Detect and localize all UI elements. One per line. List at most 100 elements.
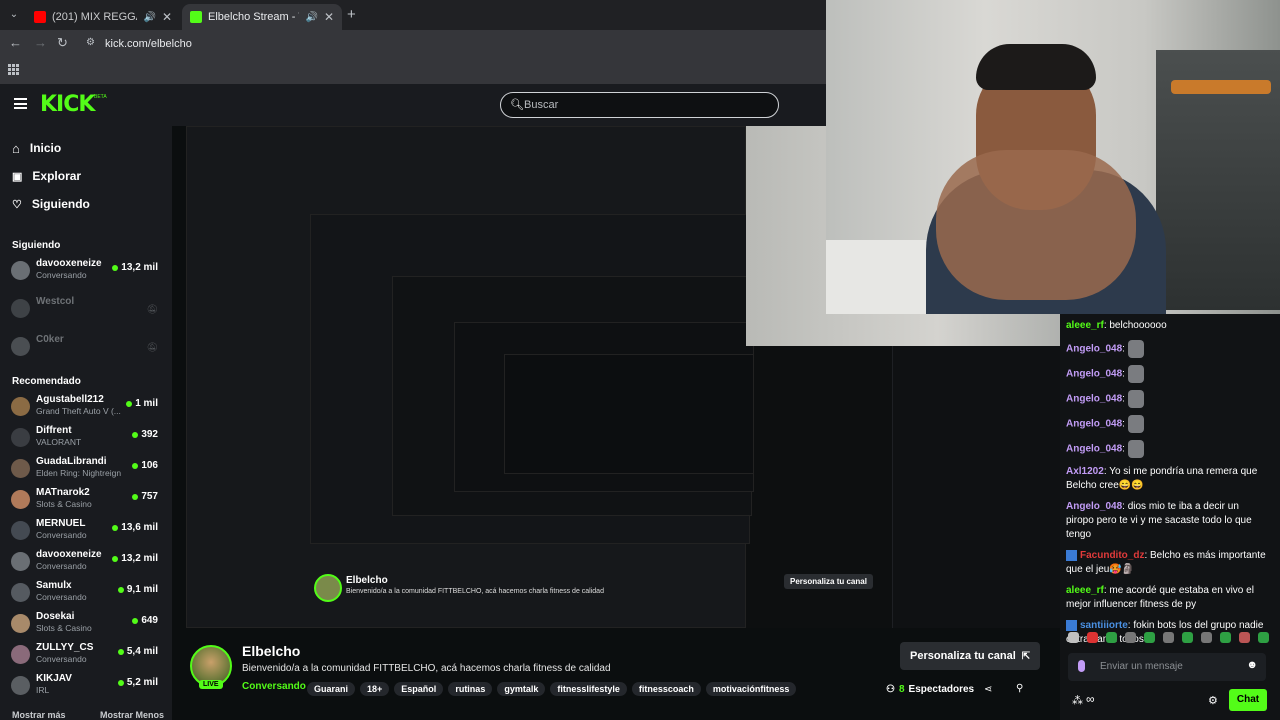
tag-chip[interactable]: fitnesscoach xyxy=(631,682,701,696)
tag-chip[interactable]: rutinas xyxy=(448,682,493,696)
chat-send-button[interactable]: Chat xyxy=(1229,689,1267,711)
chat-username[interactable]: Angelo_048 xyxy=(1066,419,1122,430)
chat-separator: : xyxy=(1122,343,1128,355)
tab-youtube[interactable]: (201) MIX REGGAETON 202 🔊 ✕ xyxy=(26,4,180,30)
share-icon[interactable]: ⋖ xyxy=(984,684,992,695)
chat-username[interactable]: santiiiorte xyxy=(1080,620,1128,631)
emote-icon[interactable] xyxy=(1144,632,1155,643)
show-more-link[interactable]: Mostrar más xyxy=(12,710,66,720)
viewer-stat: ⚇ 8 Espectadores xyxy=(886,684,974,695)
emote-icon[interactable] xyxy=(1125,632,1136,643)
channel-item[interactable]: Diffrent VALORANT 392 xyxy=(0,424,172,455)
channel-item[interactable]: Agustabell212 Grand Theft Auto V (... 1 … xyxy=(0,393,172,424)
apps-grid-icon[interactable] xyxy=(8,64,19,75)
live-dot-icon xyxy=(132,493,139,500)
viewer-count-value: 5,2 mil xyxy=(126,677,158,688)
search-input[interactable]: Buscar xyxy=(524,99,558,111)
chat-input[interactable]: Enviar un mensaje xyxy=(1100,661,1183,672)
reload-icon[interactable]: ↻ xyxy=(57,35,68,51)
nav-item-explorar[interactable]: ▣ Explorar xyxy=(0,162,172,190)
microphone-icon[interactable] xyxy=(1078,660,1085,672)
chat-username[interactable]: aleee_rf xyxy=(1066,585,1104,596)
viewer-count: 9,1 mil xyxy=(117,584,158,595)
channel-name: KIKJAV xyxy=(36,673,72,684)
close-icon[interactable]: ✕ xyxy=(324,10,334,24)
back-icon[interactable]: ← xyxy=(9,35,22,50)
chat-username[interactable]: Angelo_048 xyxy=(1066,369,1122,380)
emote-icon[interactable] xyxy=(1182,632,1193,643)
nav-item-inicio[interactable]: ⌂ Inicio xyxy=(0,134,172,162)
tag-chip[interactable]: fitnesslifestyle xyxy=(550,682,627,696)
emote-icon[interactable] xyxy=(1201,632,1212,643)
nav-item-siguiendo[interactable]: ♡ Siguiendo xyxy=(0,190,172,218)
channel-item[interactable]: ZULLYY_CS Conversando 5,4 mil xyxy=(0,641,172,672)
viewer-count-value: 8 xyxy=(898,684,905,695)
live-dot-icon xyxy=(112,555,119,562)
emote-icon[interactable] xyxy=(1220,632,1231,643)
inner-avatar xyxy=(314,574,342,602)
channel-item[interactable]: Dosekai Slots & Casino 649 xyxy=(0,610,172,641)
url-field[interactable]: kick.com/elbelcho xyxy=(105,38,192,50)
emote-icon[interactable] xyxy=(1163,632,1174,643)
tag-list: Guarani 18+ Español rutinas gymtalk fitnessli… xyxy=(307,679,801,697)
live-badge: LIVE xyxy=(199,680,223,689)
channel-item-offline[interactable]: C0ker 🔕︎ xyxy=(0,333,172,364)
points-icon[interactable]: ⁂ xyxy=(1072,694,1083,707)
avatar xyxy=(11,521,30,540)
channel-item-offline[interactable]: Westcol 🔕︎ xyxy=(0,295,172,326)
chat-username[interactable]: Facundito_dz xyxy=(1080,550,1144,561)
close-icon[interactable]: ✕ xyxy=(162,10,172,24)
tag-chip[interactable]: Guarani xyxy=(307,682,356,696)
emote-icon xyxy=(1127,390,1144,408)
viewer-count-value: 392 xyxy=(141,429,158,440)
category-link[interactable]: Conversando xyxy=(242,681,306,692)
emote-icon[interactable] xyxy=(1239,632,1250,643)
tab-search-chevron-icon[interactable]: ⌄ xyxy=(6,7,22,23)
channel-name: davooxeneize xyxy=(36,549,102,560)
forward-icon[interactable]: → xyxy=(34,35,47,50)
emote-icon[interactable] xyxy=(1106,632,1117,643)
kick-logo[interactable]: KICK xyxy=(40,92,95,117)
show-less-link[interactable]: Mostrar Menos xyxy=(100,710,164,720)
chat-input-box[interactable]: Enviar un mensaje ☻ xyxy=(1068,653,1266,681)
site-info-icon[interactable]: ⚙ xyxy=(86,37,95,48)
emoji-icon[interactable]: ☻ xyxy=(1246,659,1258,671)
emote-icon[interactable] xyxy=(1068,632,1079,643)
inner-customize-button: Personaliza tu canal xyxy=(784,574,873,589)
chat-username[interactable]: Angelo_048 xyxy=(1066,394,1122,405)
channel-item[interactable]: MERNUEL Conversando 13,6 mil xyxy=(0,517,172,548)
tab-kick[interactable]: Elbelcho Stream - Watch Li 🔊 ✕ xyxy=(182,4,342,30)
chat-separator: : xyxy=(1122,443,1128,455)
channel-item[interactable]: davooxeneize Conversando 13,2 mil xyxy=(0,257,172,288)
tag-chip[interactable]: Español xyxy=(394,682,444,696)
add-user-icon[interactable]: ⚲ xyxy=(1016,683,1023,694)
chat-username[interactable]: Angelo_048 xyxy=(1066,444,1122,455)
tag-chip[interactable]: motivaciónfitness xyxy=(705,682,797,696)
emote-icon[interactable] xyxy=(1258,632,1269,643)
chat-username[interactable]: Angelo_048 xyxy=(1066,344,1122,355)
channel-item[interactable]: KIKJAV IRL 5,2 mil xyxy=(0,672,172,703)
customize-channel-button[interactable]: Personaliza tu canal ⇱ xyxy=(900,642,1041,670)
chat-username[interactable]: aleee_rf xyxy=(1066,320,1104,331)
new-tab-button[interactable]: + xyxy=(347,6,356,23)
channel-item[interactable]: Samulx Conversando 9,1 mil xyxy=(0,579,172,610)
channel-name[interactable]: Elbelcho xyxy=(242,643,300,659)
channel-item[interactable]: GuadaLibrandi Elden Ring: Nightreign 106 xyxy=(0,455,172,486)
search-box[interactable]: 🔍︎ Buscar xyxy=(500,92,779,118)
speaker-icon: 🔊 xyxy=(143,11,156,23)
hamburger-menu-icon[interactable] xyxy=(14,98,27,109)
tag-chip[interactable]: 18+ xyxy=(360,682,390,696)
emote-icon[interactable] xyxy=(1087,632,1098,643)
chat-username[interactable]: Angelo_048 xyxy=(1066,501,1122,512)
settings-gear-icon[interactable]: ⚙ xyxy=(1208,694,1218,707)
channel-name: MATnarok2 xyxy=(36,487,90,498)
channel-item[interactable]: MATnarok2 Slots & Casino 757 xyxy=(0,486,172,517)
stream-title: Bienvenido/a a la comunidad FITTBELCHO, … xyxy=(242,663,611,674)
chat-text: belchoooooo xyxy=(1109,320,1167,331)
live-dot-icon xyxy=(117,679,124,686)
speaker-icon: 🔊 xyxy=(305,11,318,23)
nav-label: Explorar xyxy=(32,169,82,183)
channel-item[interactable]: davooxeneize Conversando 13,2 mil xyxy=(0,548,172,579)
chat-username[interactable]: Axl1202 xyxy=(1066,466,1104,477)
tag-chip[interactable]: gymtalk xyxy=(497,682,546,696)
